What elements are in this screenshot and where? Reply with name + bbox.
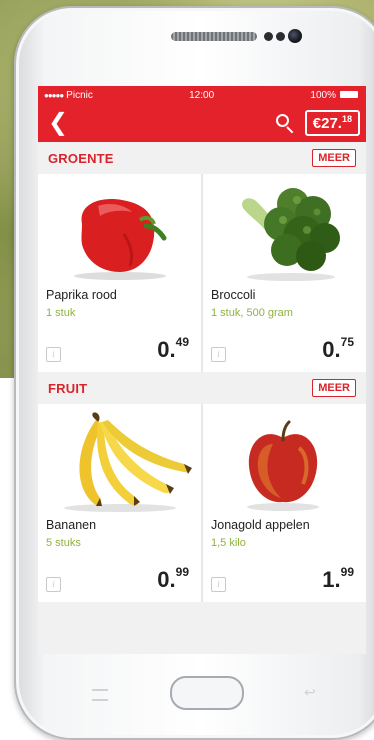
home-button[interactable] — [170, 676, 244, 710]
battery-status: 100% — [310, 90, 358, 101]
price-cents: 99 — [175, 564, 189, 579]
product-card[interactable]: Jonagold appelen 1,5 kilo i 1.99 — [203, 404, 366, 602]
product-name: Broccoli — [211, 288, 256, 302]
product-card[interactable]: Bananen 5 stuks i 0.99 — [38, 404, 201, 602]
section-title: FRUIT — [48, 380, 88, 396]
price-whole: 1. — [322, 567, 341, 592]
info-icon[interactable]: i — [211, 347, 226, 362]
menu-key[interactable] — [92, 689, 108, 701]
price-cents: 99 — [340, 564, 354, 579]
product-name: Bananen — [46, 518, 97, 532]
cart-total-euros: €27. — [312, 115, 342, 132]
product-quantity: 5 stuks — [46, 537, 81, 549]
section-title: GROENTE — [48, 150, 114, 166]
earpiece-speaker — [171, 32, 257, 41]
product-quantity: 1 stuk, 500 gram — [211, 307, 293, 319]
product-name: Paprika rood — [46, 288, 117, 302]
product-price: 1.99 — [322, 564, 354, 593]
header-actions: €27.18 — [275, 110, 360, 136]
price-cents: 75 — [340, 334, 354, 349]
battery-icon — [340, 91, 358, 99]
battery-percent: 100% — [310, 89, 336, 101]
price-whole: 0. — [157, 337, 176, 362]
product-price: 0.99 — [157, 564, 189, 593]
section-header-groente: GROENTE MEER — [38, 142, 366, 174]
info-icon[interactable]: i — [46, 577, 61, 592]
banana-bunch-icon — [64, 412, 192, 512]
section-header-fruit: FRUIT MEER — [38, 372, 366, 404]
product-card[interactable]: Broccoli 1 stuk, 500 gram i 0.75 — [203, 174, 366, 372]
status-bar: ●●●●● Picnic 12:00 100% — [38, 86, 366, 104]
broccoli-icon — [242, 188, 340, 281]
sensor-dot — [276, 32, 285, 41]
price-whole: 0. — [157, 567, 176, 592]
product-price: 0.49 — [157, 334, 189, 363]
carrier: ●●●●● Picnic — [44, 90, 93, 101]
red-apple-icon — [247, 420, 319, 511]
price-cents: 49 — [175, 334, 189, 349]
product-quantity: 1 stuk — [46, 307, 76, 319]
info-icon[interactable]: i — [211, 577, 226, 592]
info-icon[interactable]: i — [46, 347, 61, 362]
status-time: 12:00 — [189, 89, 215, 101]
more-button[interactable]: MEER — [312, 379, 356, 397]
carrier-name: Picnic — [66, 89, 93, 101]
product-quantity: 1,5 kilo — [211, 537, 246, 549]
product-name: Jonagold appelen — [211, 518, 310, 532]
search-icon[interactable] — [275, 113, 295, 134]
front-camera — [288, 29, 302, 43]
app-header: ❮ €27.18 — [38, 104, 366, 142]
red-bell-pepper-icon — [74, 199, 167, 280]
product-grid: Bananen 5 stuks i 0.99 Jonagold appelen … — [38, 404, 366, 602]
signal-icon: ●●●●● — [44, 90, 64, 100]
sensor-dot — [264, 32, 273, 41]
product-price: 0.75 — [322, 334, 354, 363]
product-card[interactable]: Paprika rood 1 stuk i 0.49 — [38, 174, 201, 372]
more-button[interactable]: MEER — [312, 149, 356, 167]
back-button[interactable]: ❮ — [48, 111, 68, 135]
app-screen: ●●●●● Picnic 12:00 100% ❮ €27.18 GROENTE… — [38, 86, 366, 654]
product-grid: Paprika rood 1 stuk i 0.49 Broccoli 1 st… — [38, 174, 366, 372]
cart-total-cents: 18 — [341, 114, 352, 124]
back-key-icon[interactable]: ↩ — [304, 685, 318, 699]
price-whole: 0. — [322, 337, 341, 362]
cart-total-button[interactable]: €27.18 — [304, 110, 360, 136]
